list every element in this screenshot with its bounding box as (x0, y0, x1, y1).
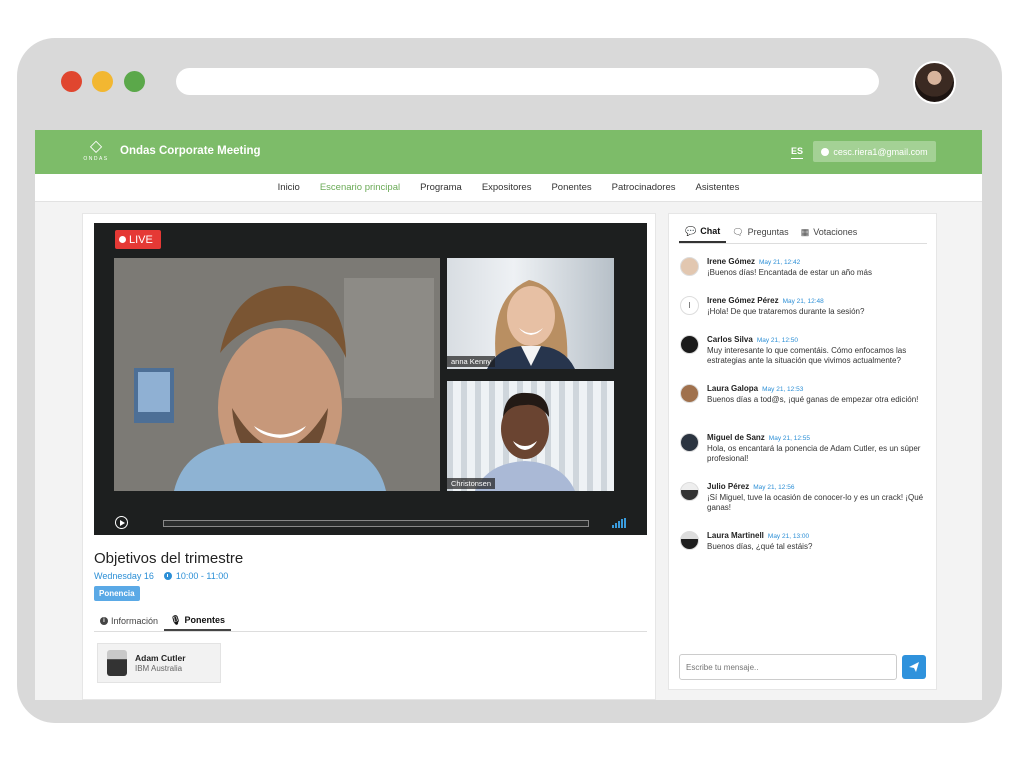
chat-message: Laura Galopa May 21, 12:53 Buenos días a t… (680, 384, 925, 405)
language-selector[interactable]: ES (791, 146, 804, 159)
live-badge: LIVE (115, 230, 161, 249)
user-icon (821, 147, 830, 156)
main-speaker-image (114, 258, 440, 491)
nav-item-programa[interactable]: Programa (410, 174, 472, 201)
participant-image (475, 392, 575, 491)
chat-message: Carlos Silva May 21, 12:50 Muy interesante… (680, 335, 925, 366)
chat-message: Irene Gómez May 21, 12:42 ¡Buenos días! En… (680, 257, 925, 278)
video-player[interactable]: LIVE anna Kenny Christonsen (94, 223, 647, 535)
stage-panel: LIVE anna Kenny Christonsen Objetivos de… (82, 213, 656, 700)
tab-ponentes[interactable]: 🎙 Ponentes (164, 611, 231, 631)
app-screen: ◇ ONDAS Ondas Corporate Meeting ES cesc.… (35, 130, 982, 700)
close-window-dot[interactable] (61, 71, 82, 92)
bar-chart-icon: ▦ (800, 226, 810, 237)
session-time: 10:00 - 11:00 (175, 571, 229, 581)
participant-name-label: Christonsen (447, 478, 496, 489)
participant-image (487, 280, 575, 369)
address-bar[interactable] (176, 68, 879, 95)
signal-strength-icon (612, 518, 626, 528)
avatar (680, 482, 699, 501)
session-meta: Wednesday 16 10:00 - 11:00 (94, 571, 228, 581)
maximize-window-dot[interactable] (124, 71, 145, 92)
session-time-wrap: 10:00 - 11:00 (163, 571, 229, 581)
session-type-badge: Ponencia (94, 586, 140, 601)
tab-preguntas[interactable]: 🗨 Preguntas (726, 221, 794, 243)
paper-plane-icon (909, 662, 919, 672)
avatar: I (680, 296, 699, 315)
minimize-window-dot[interactable] (92, 71, 113, 92)
avatar (680, 257, 699, 276)
video-progress-bar[interactable] (163, 520, 589, 527)
nav-item-ponentes[interactable]: Ponentes (541, 174, 601, 201)
chat-message: Laura Martinell May 21, 13:00 Buenos días,… (680, 531, 925, 552)
app-header: ◇ ONDAS Ondas Corporate Meeting ES cesc.… (35, 130, 982, 174)
speaker-organization: IBM Australia (135, 664, 183, 673)
chat-panel: 💬 Chat 🗨 Preguntas ▦ Votaciones Irene Gómez… (668, 213, 937, 690)
app-title: Ondas Corporate Meeting (120, 145, 261, 157)
tab-chat[interactable]: 💬 Chat (679, 221, 727, 243)
speaker-avatar (107, 650, 127, 676)
comment-icon: 🗨 (732, 226, 744, 237)
session-date: Wednesday 16 (94, 571, 154, 581)
video-controls (94, 511, 647, 535)
main-nav: Inicio Escenario principal Programa Expo… (35, 174, 982, 202)
main-speaker-feed[interactable] (114, 258, 440, 491)
avatar (680, 384, 699, 403)
chat-message: I Irene Gómez Pérez May 21, 12:48 ¡Hola! D… (680, 296, 925, 317)
nav-item-escenario-principal[interactable]: Escenario principal (310, 174, 410, 201)
play-icon[interactable] (115, 516, 128, 529)
diamond-icon: ◇ (89, 138, 103, 155)
nav-item-expositores[interactable]: Expositores (472, 174, 542, 201)
chat-message-input[interactable] (679, 654, 897, 680)
nav-item-inicio[interactable]: Inicio (268, 174, 310, 201)
participant-tile[interactable]: anna Kenny (447, 258, 614, 369)
avatar (680, 433, 699, 452)
chat-tabs: 💬 Chat 🗨 Preguntas ▦ Votaciones (679, 221, 927, 244)
chat-bubbles-icon: 💬 (685, 225, 697, 236)
session-tabs: i Información 🎙 Ponentes (94, 611, 647, 632)
clock-icon (163, 572, 172, 580)
nav-item-asistentes[interactable]: Asistentes (686, 174, 750, 201)
tab-informacion[interactable]: i Información (94, 611, 164, 631)
participant-name-label: anna Kenny (447, 356, 496, 367)
speaker-card[interactable]: Adam Cutler IBM Australia (97, 643, 221, 683)
speaker-name: Adam Cutler (135, 653, 186, 663)
live-dot-icon (119, 236, 126, 243)
ondas-logo[interactable]: ◇ ONDAS (83, 138, 109, 168)
send-message-button[interactable] (902, 655, 926, 679)
browser-user-avatar[interactable] (913, 61, 956, 104)
avatar (680, 335, 699, 354)
info-icon: i (100, 617, 108, 625)
participant-tile[interactable]: Christonsen (447, 381, 614, 491)
microphone-icon: 🎙 (170, 614, 182, 625)
avatar (680, 531, 699, 550)
chat-message: Julio Pérez May 21, 12:56 ¡Sí Miguel, tuve… (680, 482, 925, 513)
nav-item-patrocinadores[interactable]: Patrocinadores (602, 174, 686, 201)
session-title: Objetivos del trimestre (94, 550, 244, 567)
user-account-button[interactable]: cesc.riera1@gmail.com (813, 141, 936, 162)
tab-votaciones[interactable]: ▦ Votaciones (795, 221, 864, 243)
chat-message: Miguel de Sanz May 21, 12:55 Hola, os enca… (680, 433, 925, 464)
